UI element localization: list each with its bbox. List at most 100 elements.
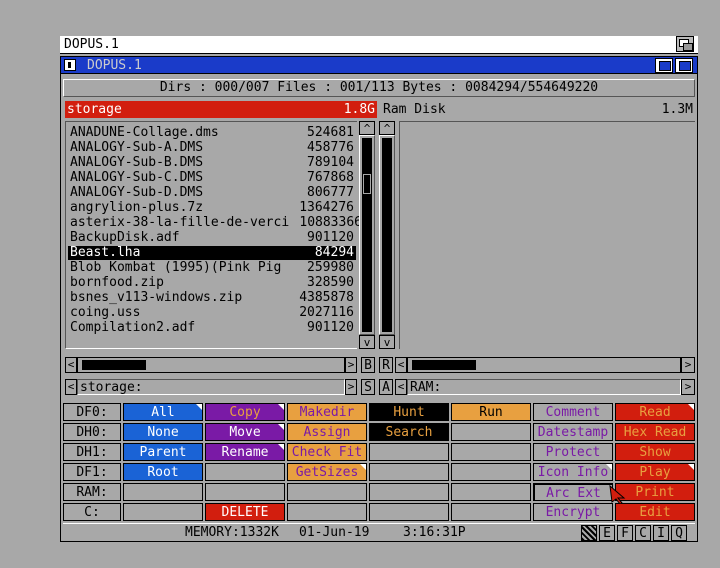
right-path-input[interactable]: RAM:	[407, 379, 681, 395]
right-path-left-arrow-icon[interactable]: <	[395, 379, 407, 395]
left-scroll-right-arrow-icon[interactable]: >	[345, 357, 357, 373]
file-row-selected[interactable]: Beast.lha 84294	[68, 246, 356, 260]
empty-button[interactable]	[451, 463, 531, 481]
comment-button[interactable]: Comment	[533, 403, 613, 421]
right-scroll-down-arrow-icon[interactable]: v	[379, 335, 395, 349]
assign-button[interactable]: Assign	[287, 423, 367, 441]
left-scroll-up-arrow-icon[interactable]: ^	[359, 121, 375, 135]
file-row[interactable]: BackupDisk.adf 901120	[68, 231, 356, 245]
right-path-right-arrow-icon[interactable]: >	[681, 379, 695, 395]
copy-button[interactable]: Copy	[205, 403, 285, 421]
left-path-right-arrow-icon[interactable]: >	[345, 379, 357, 395]
empty-button[interactable]	[451, 503, 531, 521]
left-horizontal-scrollbar[interactable]	[77, 357, 345, 373]
reread-button[interactable]: R	[379, 357, 393, 373]
empty-button[interactable]	[123, 503, 203, 521]
all-button[interactable]: A	[379, 379, 393, 395]
parent-button[interactable]: Parent	[123, 443, 203, 461]
empty-button[interactable]	[369, 483, 449, 501]
file-row[interactable]: ANALOGY-Sub-A.DMS 458776	[68, 141, 356, 155]
file-row[interactable]: coing.uss 2027116	[68, 306, 356, 320]
configure-button[interactable]: C	[635, 525, 651, 541]
rename-button[interactable]: Rename	[205, 443, 285, 461]
delete-button[interactable]: DELETE	[205, 503, 285, 521]
move-button[interactable]: Move	[205, 423, 285, 441]
file-row[interactable]: ANALOGY-Sub-B.DMS 789104	[68, 156, 356, 170]
left-scroll-down-arrow-icon[interactable]: v	[359, 335, 375, 349]
left-vertical-scrollbar[interactable]	[359, 135, 375, 335]
hunt-button[interactable]: Hunt	[369, 403, 449, 421]
empty-button[interactable]	[287, 483, 367, 501]
device-ram-button[interactable]: RAM:	[63, 483, 121, 501]
empty-button[interactable]	[287, 503, 367, 521]
run-button[interactable]: Run	[451, 403, 531, 421]
left-file-list[interactable]: ANADUNE-Collage.dms 524681 ANALOGY-Sub-A.…	[65, 121, 362, 349]
filter-button[interactable]: F	[617, 525, 633, 541]
window-zoom-icon[interactable]	[655, 58, 673, 73]
right-panel-header[interactable]: Ram Disk 1.3M	[381, 101, 695, 118]
play-button[interactable]: Play	[615, 463, 695, 481]
empty-button[interactable]	[369, 443, 449, 461]
window-title-bar[interactable]: DOPUS.1	[61, 57, 697, 74]
icon-info-button[interactable]: Icon Info	[533, 463, 613, 481]
file-row[interactable]: ANALOGY-Sub-D.DMS 806777	[68, 186, 356, 200]
right-scroll-left-arrow-icon[interactable]: <	[395, 357, 407, 373]
iconify-icon[interactable]	[581, 525, 597, 541]
right-hscroll-knob[interactable]	[412, 360, 476, 370]
file-row[interactable]: bornfood.zip 328590	[68, 276, 356, 290]
file-row[interactable]: Blob Kombat (1995)(Pink Pig 259980	[68, 261, 356, 275]
file-row[interactable]: ANALOGY-Sub-C.DMS 767868	[68, 171, 356, 185]
empty-button[interactable]	[451, 483, 531, 501]
right-file-list[interactable]	[399, 121, 695, 349]
left-path-input[interactable]: storage:	[77, 379, 345, 395]
left-hscroll-knob[interactable]	[82, 360, 146, 370]
getsizes-button[interactable]: GetSizes	[287, 463, 367, 481]
file-row[interactable]: bsnes_v113-windows.zip 4385878	[68, 291, 356, 305]
makedir-button[interactable]: Makedir	[287, 403, 367, 421]
device-dh0-button[interactable]: DH0:	[63, 423, 121, 441]
device-dh1-button[interactable]: DH1:	[63, 443, 121, 461]
all-select-button[interactable]: All	[123, 403, 203, 421]
left-scroll-knob[interactable]	[363, 174, 371, 194]
right-scroll-right-arrow-icon[interactable]: >	[681, 357, 695, 373]
empty-button[interactable]	[205, 483, 285, 501]
check-fit-button[interactable]: Check Fit	[287, 443, 367, 461]
left-panel-header[interactable]: storage 1.8G	[65, 101, 377, 118]
error-help-button[interactable]: E	[599, 525, 615, 541]
quit-button[interactable]: Q	[671, 525, 687, 541]
left-scroll-left-arrow-icon[interactable]: <	[65, 357, 77, 373]
datestamp-button[interactable]: Datestamp	[533, 423, 613, 441]
screen-title-bar[interactable]: DOPUS.1	[60, 36, 698, 54]
search-button[interactable]: Search	[369, 423, 449, 441]
device-df1-button[interactable]: DF1:	[63, 463, 121, 481]
root-button[interactable]: Root	[123, 463, 203, 481]
empty-button[interactable]	[451, 443, 531, 461]
right-scroll-up-arrow-icon[interactable]: ^	[379, 121, 395, 135]
arc-ext-button[interactable]: Arc Ext	[533, 483, 613, 501]
encrypt-button[interactable]: Encrypt	[533, 503, 613, 521]
empty-button[interactable]	[451, 423, 531, 441]
protect-button[interactable]: Protect	[533, 443, 613, 461]
right-horizontal-scrollbar[interactable]	[407, 357, 681, 373]
file-row[interactable]: ANADUNE-Collage.dms 524681	[68, 126, 356, 140]
window-depth-icon[interactable]	[675, 58, 693, 73]
empty-button[interactable]	[369, 463, 449, 481]
file-row[interactable]: Compilation2.adf 901120	[68, 321, 356, 335]
buffer-button[interactable]: B	[361, 357, 375, 373]
left-path-left-arrow-icon[interactable]: <	[65, 379, 77, 395]
file-row[interactable]: asterix-38-la-fille-de-verci 10883366	[68, 216, 362, 230]
swap-button[interactable]: S	[361, 379, 375, 395]
screen-depth-icon[interactable]	[676, 36, 694, 52]
empty-button[interactable]	[369, 503, 449, 521]
none-button[interactable]: None	[123, 423, 203, 441]
show-button[interactable]: Show	[615, 443, 695, 461]
device-c-button[interactable]: C:	[63, 503, 121, 521]
file-row[interactable]: angrylion-plus.7z 1364276	[68, 201, 356, 215]
read-button[interactable]: Read	[615, 403, 695, 421]
hex-read-button[interactable]: Hex Read	[615, 423, 695, 441]
empty-button[interactable]	[123, 483, 203, 501]
iconify-button[interactable]: I	[653, 525, 669, 541]
window-close-icon[interactable]	[64, 59, 76, 71]
empty-button[interactable]	[205, 463, 285, 481]
edit-button[interactable]: Edit	[615, 503, 695, 521]
